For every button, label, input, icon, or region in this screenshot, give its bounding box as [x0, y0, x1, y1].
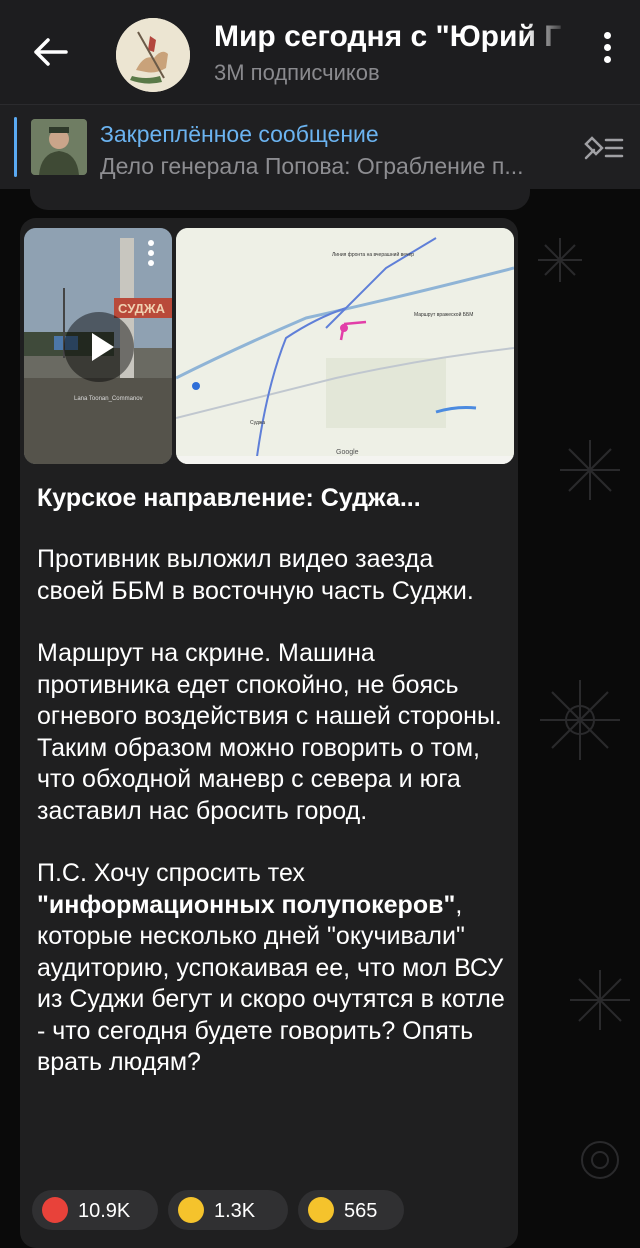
video-sign-text: СУДЖА — [118, 301, 166, 316]
st-george-emblem-icon — [116, 18, 190, 92]
video-watermark: Lana Toonan_Commanov — [74, 396, 143, 402]
post-title: Курское направление: Суджа... — [37, 484, 421, 512]
reaction-count: 1.3K — [214, 1200, 256, 1222]
more-menu-icon[interactable] — [592, 32, 622, 72]
map-route-label: Маршрут вражеской ББМ — [414, 311, 473, 318]
channel-title[interactable]: Мир сегодня с "Юрий Г — [214, 20, 568, 54]
thumbs-up-icon — [308, 1197, 334, 1223]
map-image-attachment[interactable]: Линия фронта на вчерашний вечер Маршрут … — [176, 228, 514, 464]
map-town-label: Суджа — [250, 420, 265, 426]
pinned-message-bar[interactable]: Закреплённое сообщение Дело генерала Поп… — [0, 104, 640, 189]
map-front-label: Линия фронта на вчерашний вечер — [332, 251, 414, 258]
video-options-icon[interactable] — [144, 240, 158, 276]
post-paragraph: П.С. Хочу спросить тех "информационных п… — [37, 859, 505, 1076]
subscriber-count: 3M подписчиков — [214, 60, 380, 85]
reaction-count: 10.9K — [78, 1200, 131, 1222]
unpin-icon[interactable] — [580, 130, 626, 166]
reaction-thumbs-up[interactable]: 565 — [298, 1190, 404, 1230]
pinned-indicator — [14, 117, 17, 177]
post-body: Противник выложил видео заезда своей ББМ… — [37, 544, 507, 1110]
map-preview-image: Линия фронта на вчерашний вечер Маршрут … — [176, 228, 514, 464]
post-paragraph: Противник выложил видео заезда своей ББМ… — [37, 545, 474, 605]
map-google-label: Google — [336, 449, 359, 456]
previous-message-edge — [30, 188, 530, 210]
chat-header: Мир сегодня с "Юрий Г 3M подписчиков — [0, 0, 640, 104]
bold-phrase: "информационных полупокеров" — [37, 890, 456, 919]
play-icon[interactable] — [64, 312, 134, 382]
pinned-title: Закреплённое сообщение — [100, 121, 379, 147]
back-arrow-icon[interactable] — [26, 30, 74, 74]
pinned-thumbnail — [31, 119, 87, 175]
reaction-count: 565 — [344, 1200, 378, 1222]
reaction-angry[interactable]: 10.9K — [32, 1190, 158, 1230]
channel-avatar[interactable] — [116, 18, 190, 92]
post-paragraph: Маршрут на скрине. Машина противника еде… — [37, 639, 502, 825]
reaction-crying[interactable]: 1.3K — [168, 1190, 288, 1230]
crying-face-icon — [178, 1197, 204, 1223]
angry-face-icon — [42, 1197, 68, 1223]
pinned-preview-text: Дело генерала Попова: Ограбление п... — [100, 153, 524, 179]
